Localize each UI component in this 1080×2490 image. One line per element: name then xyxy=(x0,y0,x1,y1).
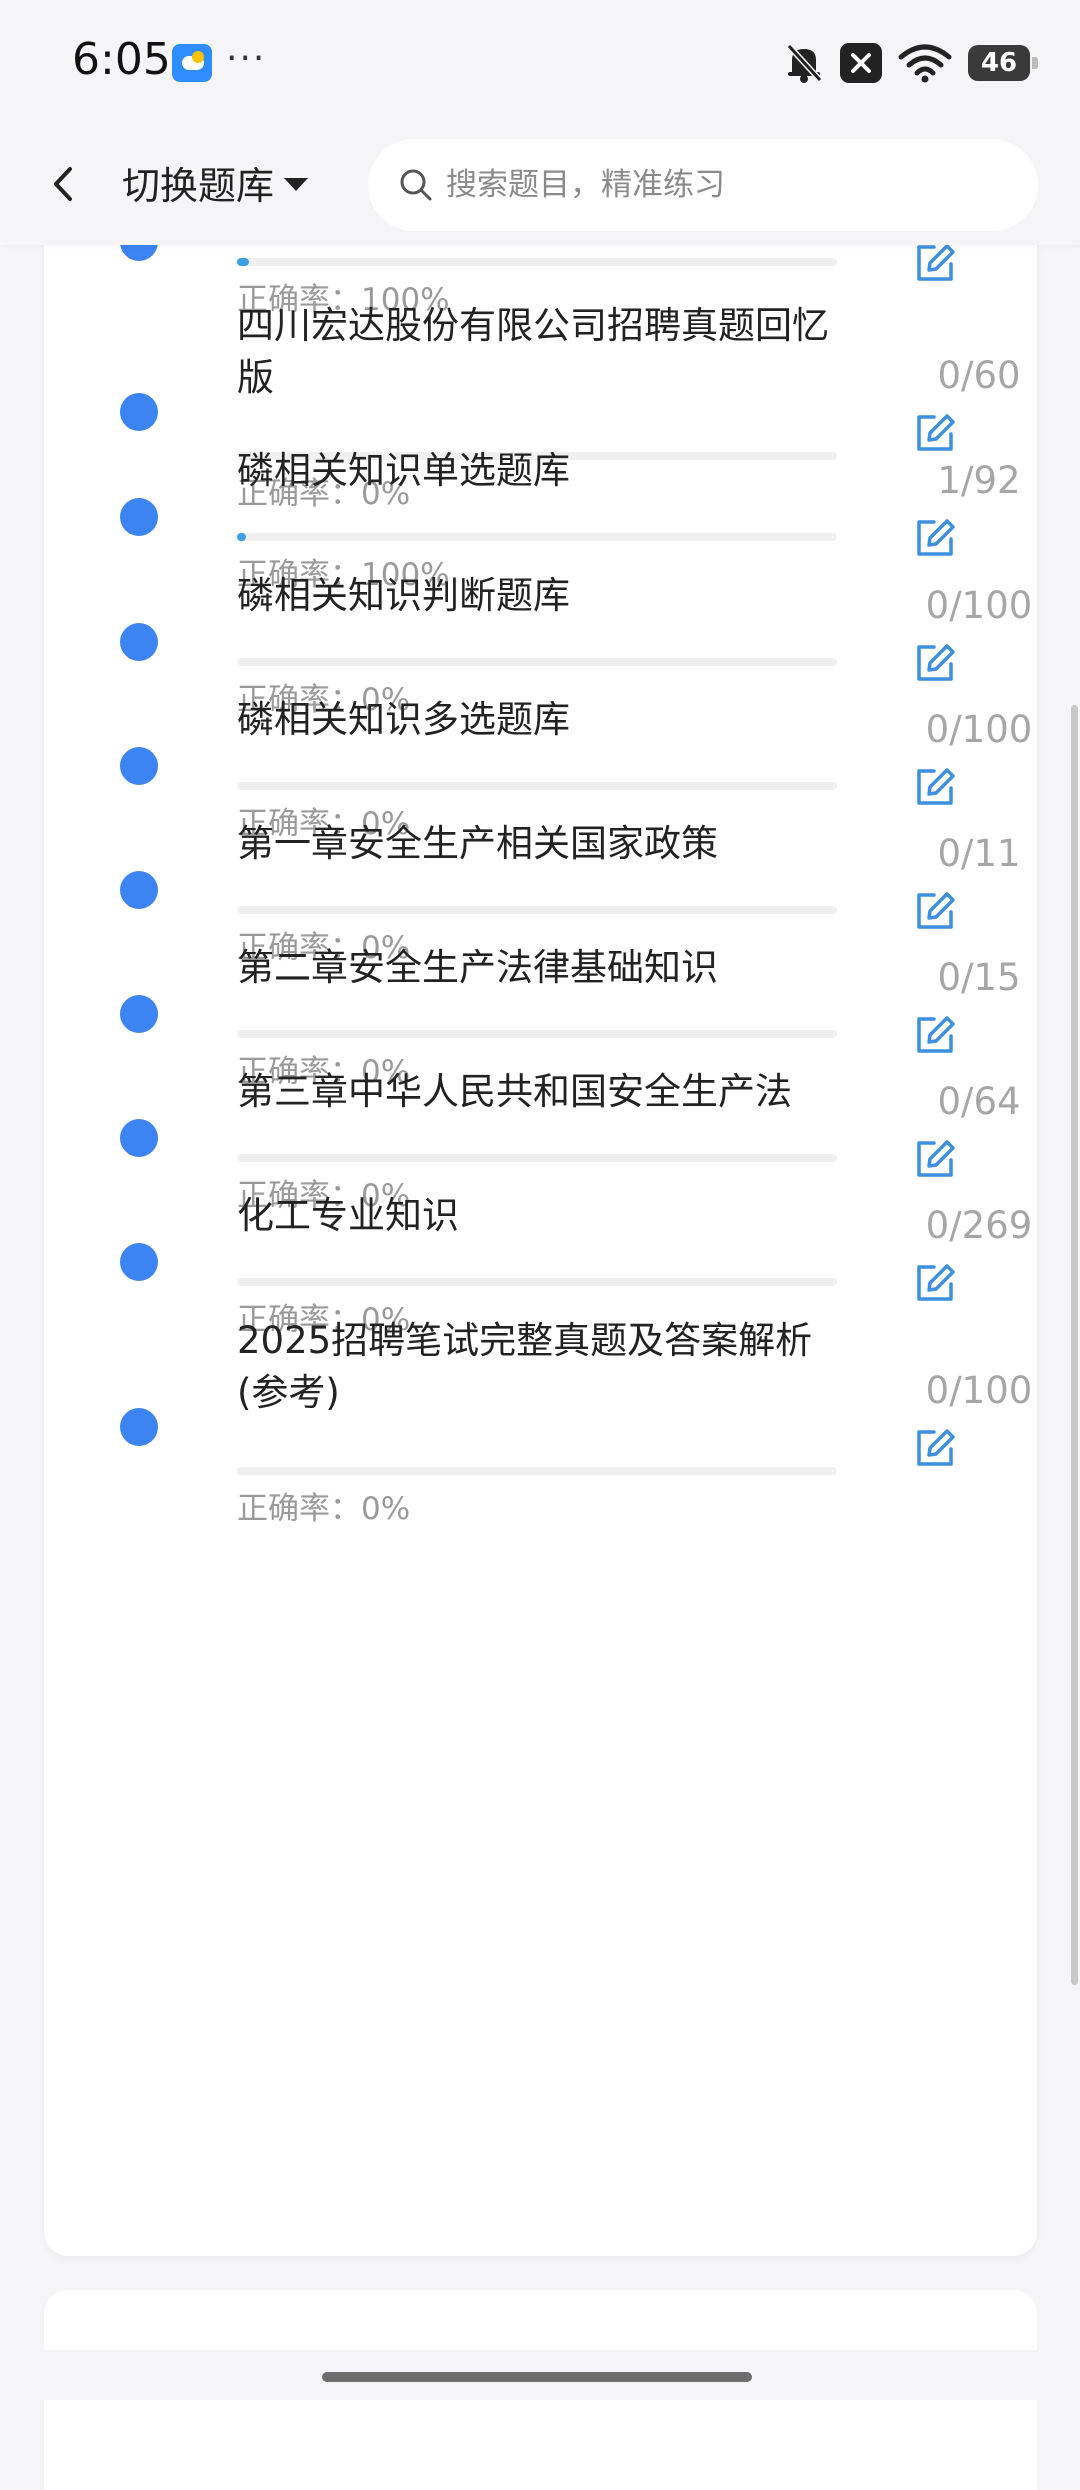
chevron-left-icon[interactable] xyxy=(40,159,90,209)
bank-dot-icon xyxy=(120,1408,158,1446)
bank-dot-icon xyxy=(120,1243,158,1281)
edit-icon[interactable] xyxy=(912,240,958,286)
progress-bar xyxy=(237,658,837,666)
edit-icon[interactable] xyxy=(912,640,958,686)
edit-icon[interactable] xyxy=(912,1136,958,1182)
scrollbar[interactable] xyxy=(1071,705,1078,1985)
search-box[interactable] xyxy=(368,139,1038,231)
bank-title: 磷相关知识单选题库 xyxy=(237,449,570,492)
status-bar: 6:05 ··· 46 xyxy=(0,0,1080,125)
edit-icon[interactable] xyxy=(912,1260,958,1306)
question-count: 1/92 xyxy=(937,459,1021,502)
question-count: 0/15 xyxy=(937,956,1021,999)
bank-title: 磷相关知识判断题库 xyxy=(237,574,570,617)
progress-bar xyxy=(237,906,837,914)
search-input[interactable] xyxy=(444,166,1008,204)
close-notification-icon xyxy=(840,43,882,83)
question-count: 0/100 xyxy=(925,1369,1033,1412)
bank-dot-icon xyxy=(120,1119,158,1157)
edit-icon[interactable] xyxy=(912,764,958,810)
bank-dot-icon xyxy=(120,498,158,536)
bank-dot-icon xyxy=(120,393,158,431)
question-bank-card: 四川宏达股份有限公司知识正确率：100%2/100四川宏达股份有限公司招聘真题回… xyxy=(44,174,1037,2256)
question-count: 0/100 xyxy=(925,708,1033,751)
weather-icon xyxy=(172,44,212,82)
progress-bar xyxy=(237,1467,837,1475)
bank-title: 第二章安全生产法律基础知识 xyxy=(237,946,718,989)
edit-icon[interactable] xyxy=(912,1425,958,1471)
edit-icon[interactable] xyxy=(912,888,958,934)
progress-fill xyxy=(237,533,246,541)
system-icons: 46 xyxy=(784,40,1038,86)
status-time: 6:05 xyxy=(72,34,171,85)
top-nav: 切换题库 xyxy=(0,125,1080,245)
mute-bell-icon xyxy=(786,43,823,83)
home-indicator[interactable] xyxy=(322,2372,752,2382)
progress-bar xyxy=(237,1030,837,1038)
more-notifications-icon: ··· xyxy=(226,38,267,79)
bank-dot-icon xyxy=(120,995,158,1033)
question-bank-item[interactable]: 2025招聘笔试完整真题及答案解析(参考) 正确率：0% 0/100 xyxy=(44,1315,1037,1528)
accuracy-label: 正确率： xyxy=(237,1491,361,1527)
bank-title: 2025招聘笔试完整真题及答案解析(参考) xyxy=(237,1319,813,1414)
switch-bank-label: 切换题库 xyxy=(122,164,275,208)
accuracy-value: 0% xyxy=(361,1491,411,1527)
progress-bar xyxy=(237,1154,837,1162)
battery-icon: 46 xyxy=(968,45,1038,81)
caret-down-icon xyxy=(284,178,309,191)
question-count: 0/269 xyxy=(925,1204,1033,1247)
question-count: 0/64 xyxy=(937,1080,1021,1123)
edit-icon[interactable] xyxy=(912,515,958,561)
accuracy-text: 正确率：0% xyxy=(237,1483,410,1528)
bank-title: 第一章安全生产相关国家政策 xyxy=(237,822,718,865)
progress-bar xyxy=(237,533,837,541)
switch-bank-button[interactable]: 切换题库 xyxy=(122,155,309,210)
bank-dot-icon xyxy=(120,871,158,909)
bank-title: 化工专业知识 xyxy=(237,1194,459,1237)
wifi-icon xyxy=(898,44,952,83)
bank-dot-icon xyxy=(120,623,158,661)
bank-title: 第三章中华人民共和国安全生产法 xyxy=(237,1070,792,1113)
progress-bar xyxy=(237,1278,837,1286)
bank-dot-icon xyxy=(120,747,158,785)
question-count: 0/60 xyxy=(937,354,1021,397)
progress-bar xyxy=(237,782,837,790)
search-icon xyxy=(400,169,432,201)
progress-bar xyxy=(237,258,837,266)
edit-icon[interactable] xyxy=(912,1012,958,1058)
question-count: 0/100 xyxy=(925,584,1033,627)
bank-title: 四川宏达股份有限公司招聘真题回忆版 xyxy=(237,304,829,399)
question-count: 0/11 xyxy=(937,832,1021,875)
bank-title: 磷相关知识多选题库 xyxy=(237,698,570,741)
progress-fill xyxy=(237,258,249,266)
